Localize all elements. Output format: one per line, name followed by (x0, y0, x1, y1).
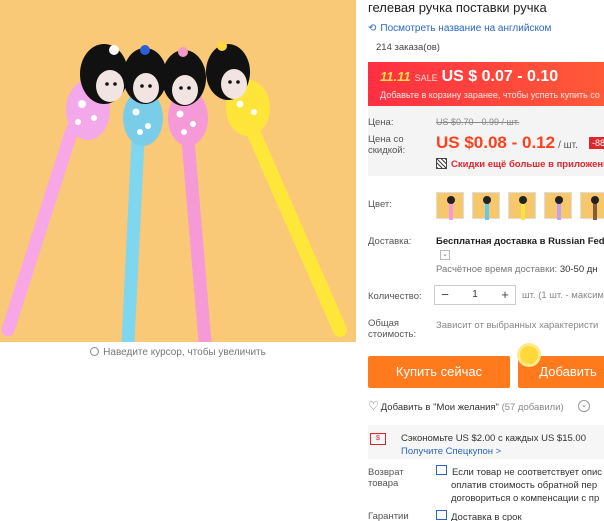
wishlist-label[interactable]: Добавить в "Мои желания" (381, 402, 499, 413)
event-label: 11.11 (380, 69, 411, 84)
swatch-head (519, 196, 527, 204)
swatch-head (555, 196, 563, 204)
magnifier-icon (90, 347, 100, 356)
coupon-link[interactable]: Получите Спецкупон > (401, 446, 501, 457)
swatch-pen (521, 202, 525, 220)
swatch-head (591, 196, 599, 204)
color-swatch-5[interactable] (580, 192, 604, 220)
app-promo[interactable]: Скидки ещё больше в приложении (436, 158, 604, 170)
buy-now-button[interactable]: Купить сейчас (368, 356, 510, 388)
discount-badge: -88 (589, 137, 604, 149)
sale-note: Добавьте в корзину заранее, чтобы успеть… (380, 90, 600, 100)
swatch-pen (485, 202, 489, 220)
swatch-pen (557, 202, 561, 220)
translate-link[interactable]: ⟲ Посмотреть название на английском (368, 23, 551, 34)
returns-label: Возврат товара (368, 467, 404, 489)
quantity-plus-button[interactable]: + (495, 286, 515, 304)
swatch-pen (449, 202, 453, 220)
discount-price-label: Цена со скидкой: (368, 134, 406, 156)
shipping-label: Доставка: (368, 236, 412, 247)
returns-line-3: договориться о компенсации с пр (451, 493, 600, 504)
guarantee-label: Гарантии (368, 511, 409, 521)
chevron-down-icon[interactable]: ⌄ (578, 400, 590, 412)
returns-icon (436, 465, 447, 475)
product-info: гелевая ручка поставки ручка ⟲ Посмотреть… (368, 0, 604, 521)
coupon-box: $ Сэкономьте US $2.00 с каждых US $15.00… (368, 425, 604, 459)
sale-banner[interactable]: 11.11 SALE US $ 0.07 - 0.10 Добавьте в кор… (368, 62, 604, 106)
guarantee-text: Доставка в срок (451, 512, 522, 521)
eta-value: 30-50 дн (559, 264, 598, 275)
total-note: Зависит от выбранных характеристи (436, 320, 599, 331)
color-swatch-3[interactable] (508, 192, 536, 220)
zoom-hint-text: Наведите курсор, чтобы увеличить (103, 347, 266, 358)
product-photo-drawing (1, 41, 347, 342)
quantity-label: Количество: (368, 291, 422, 302)
coupon-text: Сэкономьте US $2.00 с каждых US $15.00 (401, 433, 586, 444)
sale-label: SALE (414, 73, 438, 83)
total-label: Общая стоимость: (368, 318, 417, 340)
swatch-head (447, 196, 455, 204)
discount-price: US $0.08 - 0.12/ шт. (436, 133, 578, 153)
guarantee-value: Доставка в срок (436, 510, 522, 521)
quantity-note: шт. (1 шт. - максим (522, 290, 604, 301)
qr-code-icon (436, 158, 447, 169)
heart-icon: ♡ (368, 399, 379, 413)
translate-icon: ⟲ (368, 23, 377, 34)
color-swatch-1[interactable] (436, 192, 464, 220)
old-price: US $0.70 - 0.99 / шт. (436, 117, 520, 127)
color-swatch-4[interactable] (544, 192, 572, 220)
guarantee-icon (436, 510, 447, 520)
color-label: Цвет: (368, 199, 392, 210)
coupon-icon: $ (370, 433, 386, 445)
orders-count: 214 заказа(ов) (376, 42, 440, 53)
product-image[interactable] (0, 0, 356, 342)
returns-line-1: Если товар не соответствует опис (452, 467, 603, 478)
sale-banner-line: 11.11 SALE US $ 0.07 - 0.10 (380, 68, 558, 86)
price-label: Цена: (368, 117, 394, 128)
app-promo-text[interactable]: Скидки ещё больше в приложении (451, 159, 604, 170)
swatch-head (483, 196, 491, 204)
translate-link-text[interactable]: Посмотреть название на английском (380, 23, 551, 34)
wishlist-count: (57 добавили) (501, 402, 564, 413)
quantity-minus-button[interactable]: − (435, 286, 455, 304)
zoom-hint: Наведите курсор, чтобы увеличить (0, 342, 356, 364)
shipping-eta: Расчётное время доставки: 30-50 дн (436, 264, 598, 275)
product-title: гелевая ручка поставки ручка (368, 0, 547, 15)
shipping-dropdown-icon[interactable]: ⌄ (440, 250, 450, 260)
eta-label: Расчётное время доставки: (436, 264, 558, 275)
quantity-input[interactable]: 1 (455, 286, 495, 304)
sale-price-range: US $ 0.07 - 0.10 (441, 68, 559, 85)
quantity-stepper: − 1 + (434, 285, 516, 305)
wishlist-link[interactable]: ♡ Добавить в "Мои желания" (57 добавили) (368, 399, 564, 413)
sun-badge-icon (520, 346, 538, 364)
shipping-method[interactable]: Бесплатная доставка в Russian Fed (436, 236, 604, 247)
returns-policy: Если товар не соответствует опис оплатив… (436, 465, 602, 505)
discount-price-value: US $0.08 - 0.12 (436, 133, 556, 152)
price-unit: / шт. (558, 140, 578, 151)
returns-line-2: оплатив стоимость обратной пер (451, 480, 598, 491)
swatch-pen (593, 202, 597, 220)
color-swatch-2[interactable] (472, 192, 500, 220)
